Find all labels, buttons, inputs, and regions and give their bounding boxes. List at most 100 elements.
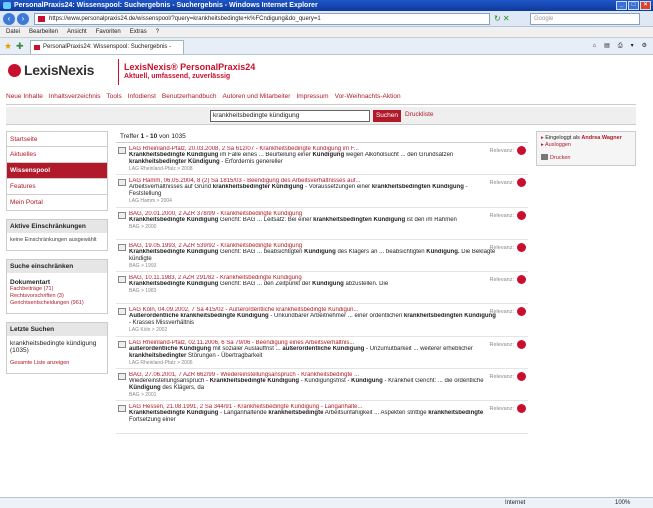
print-button[interactable]: Drucken bbox=[541, 154, 631, 162]
menu-help[interactable]: ? bbox=[156, 27, 159, 37]
favorites-star-icon[interactable]: ★ bbox=[4, 41, 12, 52]
product-name: LexisNexis® PersonalPraxis24 bbox=[124, 62, 256, 72]
results-list: Treffer 1 - 10 von 1035 LAG Rheinland-Pf… bbox=[116, 131, 528, 434]
result-snippet: Krankheitsbedingte Kündigung - Langanhal… bbox=[129, 410, 484, 424]
relevance-label: Relevanz: bbox=[489, 341, 514, 348]
browser-tab[interactable]: PersonalPraxis24: Wissenspool: Suchergeb… bbox=[30, 40, 184, 63]
forward-arrow-icon[interactable]: › bbox=[17, 13, 29, 25]
sidebar-item-mein-portal[interactable]: Mein Portal bbox=[6, 195, 108, 211]
print-icon[interactable]: ⎙ bbox=[618, 41, 623, 51]
search-button[interactable]: Suchen bbox=[373, 110, 401, 122]
lexisnexis-logo[interactable]: LexisNexis bbox=[8, 62, 94, 78]
restrict-search-box: Suche einschränken Dokumentart Fachbeitr… bbox=[6, 259, 108, 314]
result-source: LAG Rheinland-Pfalz > 2008 bbox=[129, 166, 193, 172]
nav-tools[interactable]: Tools bbox=[107, 93, 122, 104]
result-snippet: Arbeitsverhältnisses auf Grund krankheit… bbox=[129, 184, 468, 198]
relevance-indicator-icon bbox=[517, 242, 526, 252]
add-favorite-icon[interactable]: ✚ bbox=[16, 41, 24, 52]
status-bar: Internet 100% bbox=[0, 497, 653, 508]
relevance-indicator-icon bbox=[517, 178, 526, 188]
logout-link[interactable]: ▸ Ausloggen bbox=[541, 142, 631, 149]
active-restrictions-text: keine Einschränkungen ausgewählt bbox=[10, 237, 97, 243]
filter-gerichtsentscheidungen[interactable]: Gerichtsentscheidungen (961) bbox=[10, 300, 104, 307]
menu-datei[interactable]: Datei bbox=[6, 27, 20, 37]
zone-indicator: Internet bbox=[505, 500, 526, 506]
document-icon bbox=[118, 308, 126, 316]
product-tagline: Aktuell, umfassend, zuverlässig bbox=[124, 73, 231, 80]
lexisnexis-logo-icon bbox=[8, 64, 21, 77]
menu-extras[interactable]: Extras bbox=[130, 27, 147, 37]
close-button[interactable]: × bbox=[640, 1, 651, 10]
browser-search-input[interactable]: Google bbox=[530, 13, 640, 25]
menu-favoriten[interactable]: Favoriten bbox=[96, 27, 121, 37]
recent-searches-title: Letzte Suchen bbox=[7, 323, 107, 336]
result-source: BAG > 2000 bbox=[129, 223, 157, 230]
search-row: krankheitsbedingte kündigung Suchen Druc… bbox=[6, 107, 636, 125]
nav-inhaltsverzeichnis[interactable]: Inhaltsverzeichnis bbox=[49, 93, 101, 104]
relevance-label: Relevanz: bbox=[489, 244, 514, 251]
relevance-indicator-icon bbox=[517, 307, 526, 317]
relevance-label: Relevanz: bbox=[489, 309, 514, 316]
print-list-link[interactable]: Druckliste bbox=[405, 111, 434, 118]
relevance-indicator-icon bbox=[517, 372, 526, 382]
url-field[interactable]: https://www.personalpraxis24.de/wissensp… bbox=[34, 13, 490, 25]
sidebar-item-features[interactable]: Features bbox=[6, 179, 108, 195]
document-icon bbox=[118, 405, 126, 413]
result-item: LAG Köln, 04.09.2002, 7 Sa 415/02 - Auße… bbox=[116, 304, 528, 337]
result-source: LAG Köln > 2002 bbox=[129, 327, 168, 334]
nav-benutzerhandbuch[interactable]: Benutzerhandbuch bbox=[162, 93, 217, 104]
user-panel: ▸ Eingeloggt als Andrea Wagner ▸ Auslogg… bbox=[536, 131, 636, 166]
user-name: Andrea Wagner bbox=[581, 135, 622, 141]
site-favicon-icon bbox=[38, 16, 45, 22]
printer-icon bbox=[541, 154, 548, 160]
sidebar-item-aktuelles[interactable]: Aktuelles bbox=[6, 147, 108, 163]
result-snippet: Krankheitsbedingte Kündigung Gericht: BA… bbox=[129, 248, 496, 262]
nav-infodienst[interactable]: Infodienst bbox=[128, 93, 156, 104]
result-item: LAG Hamm, 06.05.2004, 8 (2) Sa 1815/03 -… bbox=[116, 175, 528, 208]
menu-ansicht[interactable]: Ansicht bbox=[67, 27, 87, 37]
maximize-button[interactable]: □ bbox=[628, 1, 639, 10]
relevance-label: Relevanz: bbox=[489, 180, 514, 187]
nav-autoren[interactable]: Autoren und Mitarbeiter bbox=[223, 93, 291, 104]
sidebar-item-wissenspool[interactable]: Wissenspool bbox=[6, 163, 108, 179]
site-header: LexisNexis LexisNexis® PersonalPraxis24 … bbox=[6, 55, 636, 89]
relevance-label: Relevanz: bbox=[489, 277, 514, 284]
result-count: Treffer 1 - 10 von 1035 bbox=[116, 131, 528, 143]
document-icon bbox=[118, 211, 126, 219]
result-snippet: Krankheitsbedingte Kündigung im Falle ei… bbox=[129, 152, 454, 165]
address-bar: ‹ › https://www.personalpraxis24.de/wiss… bbox=[0, 11, 653, 27]
minimize-button[interactable]: _ bbox=[616, 1, 627, 10]
filter-rechtsvorschriften[interactable]: Rechtsvorschriften (3) bbox=[10, 293, 104, 300]
nav-impressum[interactable]: Impressum bbox=[296, 93, 328, 104]
nav-weihnachts-aktion[interactable]: Vor-Weihnachts-Aktion bbox=[335, 93, 401, 104]
page-menu-icon[interactable]: ▾ bbox=[631, 41, 634, 51]
back-arrow-icon[interactable]: ‹ bbox=[3, 13, 15, 25]
relevance-label: Relevanz: bbox=[489, 406, 514, 413]
result-snippet: außerordentliche Kündigung mit sozialer … bbox=[129, 345, 473, 359]
result-item: BAG, 10.11.1983, 2 AZR 291/82 - Krankhei… bbox=[116, 272, 528, 305]
relevance-indicator-icon bbox=[517, 339, 526, 349]
refresh-icon[interactable]: ↻ ✕ bbox=[494, 13, 524, 25]
result-source: BAG > 2001 bbox=[129, 392, 157, 399]
filter-fachbeitraege[interactable]: Fachbeiträge (71) bbox=[10, 286, 104, 293]
sidebar-item-startseite[interactable]: Startseite bbox=[6, 131, 108, 147]
result-item: BAG, 27.06.2001, 7 AZR 662/99 - Wiederei… bbox=[116, 369, 528, 402]
search-input[interactable]: krankheitsbedingte kündigung bbox=[210, 110, 370, 122]
relevance-indicator-icon bbox=[517, 210, 526, 220]
tools-menu-icon[interactable]: ⚙ bbox=[642, 41, 647, 51]
feed-icon[interactable]: ▤ bbox=[604, 41, 610, 51]
zoom-level[interactable]: 100% bbox=[615, 498, 630, 508]
menu-bearbeiten[interactable]: Bearbeiten bbox=[29, 27, 58, 37]
window-titlebar: PersonalPraxis24: Wissenspool: Suchergeb… bbox=[0, 0, 653, 11]
home-icon[interactable]: ⌂ bbox=[592, 41, 596, 51]
result-source: BAG > 1983 bbox=[129, 288, 157, 295]
active-restrictions-title: Aktive Einschränkungen bbox=[7, 220, 107, 233]
window-title: PersonalPraxis24: Wissenspool: Suchergeb… bbox=[14, 2, 318, 9]
result-item: BAG, 19.05.1993, 2 AZR 539/92 - Krankhei… bbox=[116, 240, 528, 273]
relevance-label: Relevanz: bbox=[489, 148, 514, 154]
show-all-searches-link[interactable]: Gesamte Liste anzeigen bbox=[10, 360, 104, 367]
recent-search-entry[interactable]: krankheitsbedingte kündigung (1035) bbox=[10, 340, 104, 354]
nav-neue-inhalte[interactable]: Neue Inhalte bbox=[6, 93, 43, 104]
result-item: LAG Rheinland-Pfalz, 20.03.2008, 2 Sa 61… bbox=[116, 143, 528, 176]
doctype-label: Dokumentart bbox=[10, 279, 51, 286]
